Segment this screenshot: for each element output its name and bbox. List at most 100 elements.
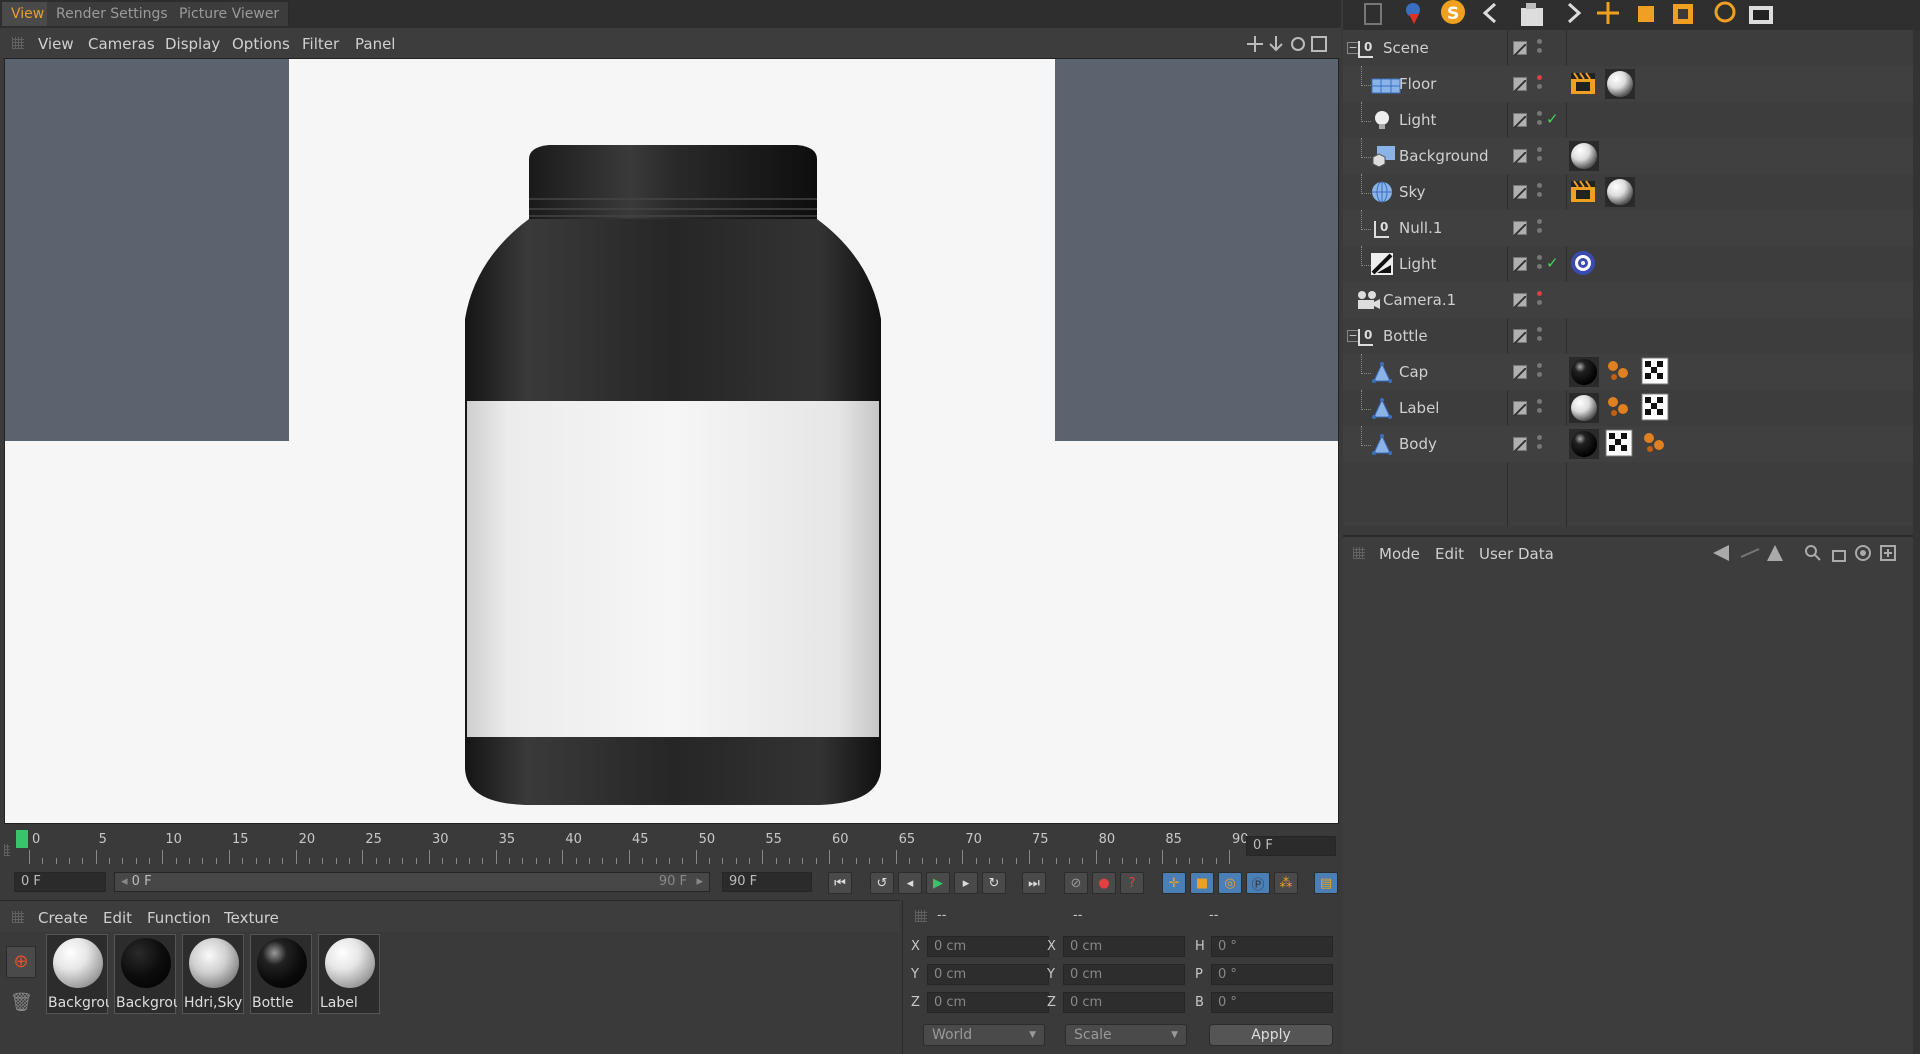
visibility-dots-icon[interactable] [1537,39,1543,57]
frame-range-slider[interactable]: ◂ 0 F 90 F ▸ [114,872,710,892]
material-swatch[interactable]: Hdri,Sky [182,934,244,1014]
menu-panel[interactable]: Panel [355,35,395,53]
material-white-tag-icon[interactable] [1605,177,1635,207]
clapper-tag-icon[interactable] [1569,177,1599,207]
object-row[interactable]: Cap [1343,354,1913,390]
object-name[interactable]: Light [1399,255,1436,273]
layer-edit-icon[interactable] [1513,329,1527,345]
next-key-button[interactable]: ↻ [982,872,1006,894]
prev-frame-button[interactable]: ◂ [898,872,922,894]
rotate-key-icon[interactable]: ◎ [1218,872,1242,894]
coord-value-field[interactable]: 0 ° [1211,936,1333,957]
object-manager-tree[interactable]: −0 Scene Floor Light ✓ Background Sky 0 Null.1 Li… [1343,30,1913,527]
visibility-dots-icon[interactable] [1537,111,1543,129]
coord-space-dropdown[interactable]: World ▼ [923,1024,1045,1046]
layer-edit-icon[interactable] [1513,41,1527,57]
move-key-icon[interactable]: ✛ [1162,872,1186,894]
menu-texture[interactable]: Texture [224,909,279,927]
menu-options[interactable]: Options [232,35,290,53]
coord-value-field[interactable]: 0 cm [927,964,1049,985]
material-black-tag-icon[interactable] [1569,429,1599,459]
material-white-tag-icon[interactable] [1569,393,1599,423]
object-row[interactable]: Background [1343,138,1913,174]
object-name[interactable]: Label [1399,399,1439,417]
material-swatch[interactable]: Backgrou [46,934,109,1014]
object-name[interactable]: Floor [1399,75,1436,93]
grip-icon[interactable] [915,910,927,922]
object-name[interactable]: Cap [1399,363,1428,381]
material-swatch[interactable]: Label [318,934,380,1014]
object-row[interactable]: Light ✓ [1343,102,1913,138]
trash-icon[interactable]: 🗑 [10,992,33,1018]
target-tag-icon[interactable] [1569,249,1599,279]
start-frame-field[interactable]: 0 F [14,872,106,892]
visibility-dots-icon[interactable] [1537,291,1543,309]
scale-key-icon[interactable]: ■ [1190,872,1214,894]
layer-edit-icon[interactable] [1513,185,1527,201]
menu-function[interactable]: Function [147,909,211,927]
viewport[interactable] [4,58,1339,824]
playhead[interactable] [16,830,28,848]
tab-picture-viewer[interactable]: Picture Viewer [170,2,290,26]
object-row[interactable]: 0 Null.1 [1343,210,1913,246]
right-scrollbar[interactable] [1913,30,1920,1054]
grip-icon[interactable] [12,37,24,49]
material-white-tag-icon[interactable] [1569,141,1599,171]
selection-tag-icon[interactable] [1641,357,1671,387]
pla-key-icon[interactable]: ⁂ [1274,872,1298,894]
goto-end-button[interactable]: ⏭ [1022,872,1046,894]
current-frame-field[interactable]: 0 F [1246,836,1336,856]
visibility-dots-icon[interactable] [1537,327,1543,345]
visibility-dots-icon[interactable] [1537,75,1543,93]
layer-edit-icon[interactable] [1513,149,1527,165]
object-row[interactable]: −0 Scene [1343,30,1913,66]
record-icon[interactable]: ● [1092,872,1116,894]
autokey-icon[interactable]: ⊘ [1064,872,1088,894]
menu-create[interactable]: Create [38,909,88,927]
grip-icon[interactable] [1353,547,1365,559]
object-name[interactable]: Bottle [1383,327,1428,345]
end-frame-field[interactable]: 90 F [722,872,812,892]
timeline[interactable]: 0 5 10 15 20 25 30 35 40 45 50 55 60 65 70 75 80 85 90 0 F [0,826,1341,868]
object-row[interactable]: Label [1343,390,1913,426]
object-name[interactable]: Scene [1383,39,1429,57]
material-swatch[interactable]: Bottle [250,934,312,1014]
object-name[interactable]: Null.1 [1399,219,1442,237]
object-name[interactable]: Body [1399,435,1437,453]
timeline-scheme-icon[interactable]: ▤ [1314,872,1338,894]
play-button[interactable]: ▶ [926,872,950,894]
object-name[interactable]: Background [1399,147,1489,165]
attr-menu-mode[interactable]: Mode [1379,545,1420,563]
visibility-dots-icon[interactable] [1537,255,1543,273]
help-icon[interactable]: ? [1120,872,1144,894]
coord-value-field[interactable]: 0 cm [1063,936,1185,957]
object-name[interactable]: Sky [1399,183,1426,201]
menu-view[interactable]: View [38,35,74,53]
menu-filter[interactable]: Filter [302,35,339,53]
object-row[interactable]: −0 Bottle [1343,318,1913,354]
material-swatch[interactable]: Backgrou [114,934,177,1014]
attr-menu-user-data[interactable]: User Data [1479,545,1554,563]
prev-key-button[interactable]: ↺ [870,872,894,894]
menu-display[interactable]: Display [165,35,220,53]
layer-edit-icon[interactable] [1513,221,1527,237]
selection-tag-icon[interactable] [1641,393,1671,423]
menu-edit[interactable]: Edit [103,909,132,927]
coord-value-field[interactable]: 0 cm [1063,992,1185,1013]
layer-edit-icon[interactable] [1513,257,1527,273]
viewport-nav-icons[interactable] [1246,34,1336,54]
object-name[interactable]: Camera.1 [1383,291,1456,309]
new-material-icon[interactable]: ⊕ [6,946,36,978]
coord-value-field[interactable]: 0 ° [1211,964,1333,985]
material-white-tag-icon[interactable] [1605,69,1635,99]
clapper-tag-icon[interactable] [1569,69,1599,99]
attr-menu-edit[interactable]: Edit [1435,545,1464,563]
next-frame-button[interactable]: ▸ [954,872,978,894]
object-row[interactable]: Floor [1343,66,1913,102]
tab-render-settings[interactable]: Render Settings [47,2,178,26]
enabled-check-icon[interactable]: ✓ [1546,110,1559,128]
layer-edit-icon[interactable] [1513,401,1527,417]
apply-button[interactable]: Apply [1209,1024,1333,1046]
selection-tag-icon[interactable] [1605,429,1635,459]
uv-tag-icon[interactable] [1641,429,1671,459]
